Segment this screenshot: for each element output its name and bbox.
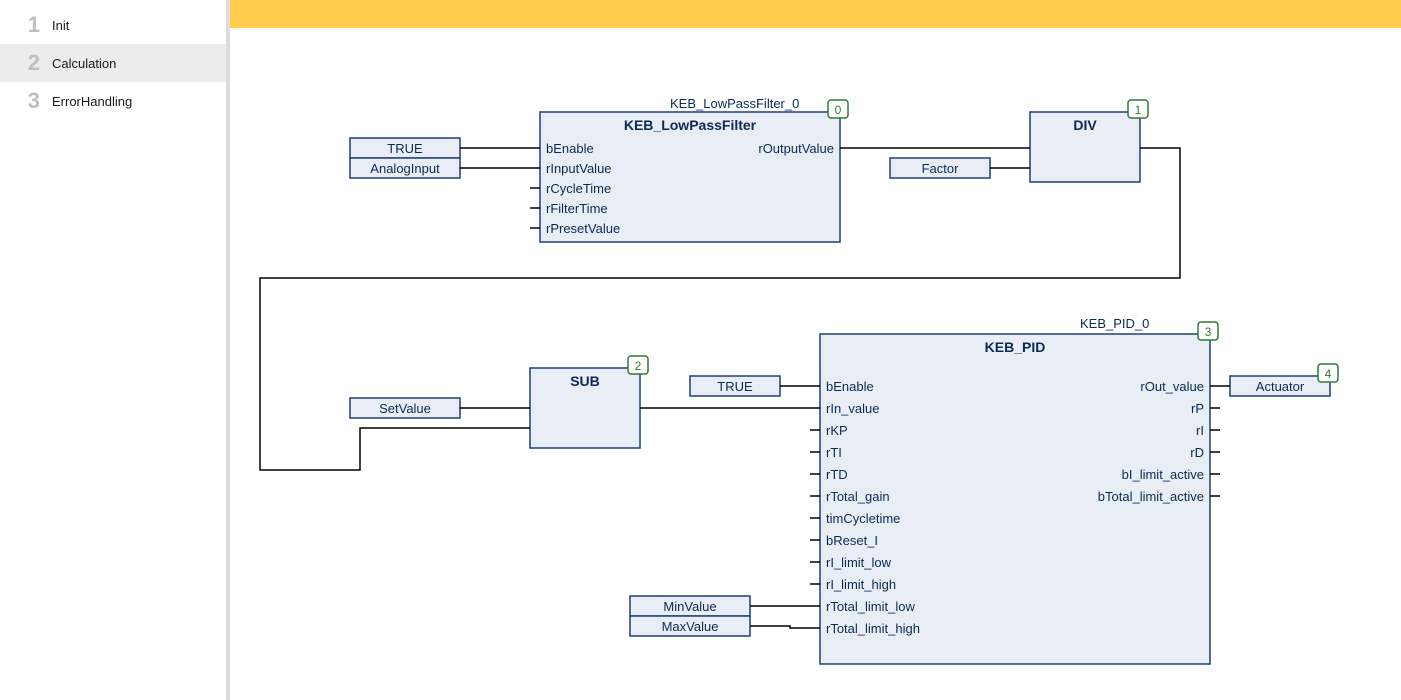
svg-text:bEnable: bEnable [826,379,874,394]
svg-text:bI_limit_active: bI_limit_active [1122,467,1204,482]
step-calculation[interactable]: 2 Calculation [0,44,226,82]
step-label: Init [52,18,69,33]
var-true-lpf[interactable]: TRUE [350,138,460,158]
var-actuator[interactable]: Actuator 4 [1230,364,1338,396]
step-label: ErrorHandling [52,94,132,109]
svg-text:rTotal_limit_high: rTotal_limit_high [826,621,920,636]
step-number: 3 [14,88,40,114]
var-setvalue[interactable]: SetValue [350,398,460,418]
svg-text:MaxValue: MaxValue [662,619,719,634]
svg-text:Actuator: Actuator [1256,379,1305,394]
var-minvalue[interactable]: MinValue [630,596,750,616]
step-number: 2 [14,50,40,76]
svg-text:rTI: rTI [826,445,842,460]
svg-text:1: 1 [1135,103,1142,117]
svg-text:SetValue: SetValue [379,401,431,416]
svg-text:AnalogInput: AnalogInput [370,161,440,176]
svg-text:2: 2 [635,359,642,373]
svg-text:rTD: rTD [826,467,848,482]
var-maxvalue[interactable]: MaxValue [630,616,750,636]
svg-text:bEnable: bEnable [546,141,594,156]
highlight-bar [230,0,1401,28]
svg-text:rI: rI [1196,423,1204,438]
svg-text:Factor: Factor [922,161,960,176]
diagram-canvas[interactable]: KEB_LowPassFilter_0 KEB_LowPassFilter 0 … [230,0,1401,700]
svg-text:rInputValue: rInputValue [546,161,612,176]
exec-order-value: 0 [835,103,842,117]
svg-text:TRUE: TRUE [717,379,753,394]
svg-text:rI_limit_high: rI_limit_high [826,577,896,592]
svg-text:rP: rP [1191,401,1204,416]
svg-text:3: 3 [1205,325,1212,339]
block-lowpassfilter[interactable]: KEB_LowPassFilter_0 KEB_LowPassFilter 0 … [530,96,850,242]
step-init[interactable]: 1 Init [0,6,226,44]
step-number: 1 [14,12,40,38]
var-analoginput[interactable]: AnalogInput [350,158,460,178]
svg-text:KEB_PID: KEB_PID [985,339,1046,355]
svg-text:rTotal_limit_low: rTotal_limit_low [826,599,915,614]
svg-text:rI_limit_low: rI_limit_low [826,555,892,570]
svg-text:timCycletime: timCycletime [826,511,900,526]
svg-text:4: 4 [1325,367,1332,381]
svg-text:bTotal_limit_active: bTotal_limit_active [1098,489,1204,504]
block-pid[interactable]: KEB_PID_0 KEB_PID 3 bEnable rIn_value rK… [810,316,1220,664]
svg-text:rOut_value: rOut_value [1140,379,1204,394]
step-label: Calculation [52,56,116,71]
block-sub[interactable]: SUB 2 [520,356,650,448]
block-type: KEB_LowPassFilter [624,117,757,133]
svg-text:rKP: rKP [826,423,848,438]
svg-text:bReset_I: bReset_I [826,533,878,548]
block-div[interactable]: DIV 1 [1020,100,1150,182]
svg-text:rCycleTime: rCycleTime [546,181,611,196]
svg-text:DIV: DIV [1073,117,1097,133]
step-errorhandling[interactable]: 3 ErrorHandling [0,82,226,120]
instance-label: KEB_PID_0 [1080,316,1149,331]
svg-text:rD: rD [1190,445,1204,460]
fbd-diagram: KEB_LowPassFilter_0 KEB_LowPassFilter 0 … [230,28,1400,700]
section-sidebar: 1 Init 2 Calculation 3 ErrorHandling [0,0,230,700]
svg-text:TRUE: TRUE [387,141,423,156]
var-true-pid[interactable]: TRUE [690,376,780,396]
svg-text:rIn_value: rIn_value [826,401,879,416]
output-port: rOutputValue [758,141,834,156]
svg-text:SUB: SUB [570,373,600,389]
instance-label: KEB_LowPassFilter_0 [670,96,799,111]
wire [750,626,810,628]
var-factor[interactable]: Factor [890,158,990,178]
svg-text:MinValue: MinValue [663,599,716,614]
svg-text:rFilterTime: rFilterTime [546,201,608,216]
svg-text:rPresetValue: rPresetValue [546,221,620,236]
svg-text:rTotal_gain: rTotal_gain [826,489,890,504]
